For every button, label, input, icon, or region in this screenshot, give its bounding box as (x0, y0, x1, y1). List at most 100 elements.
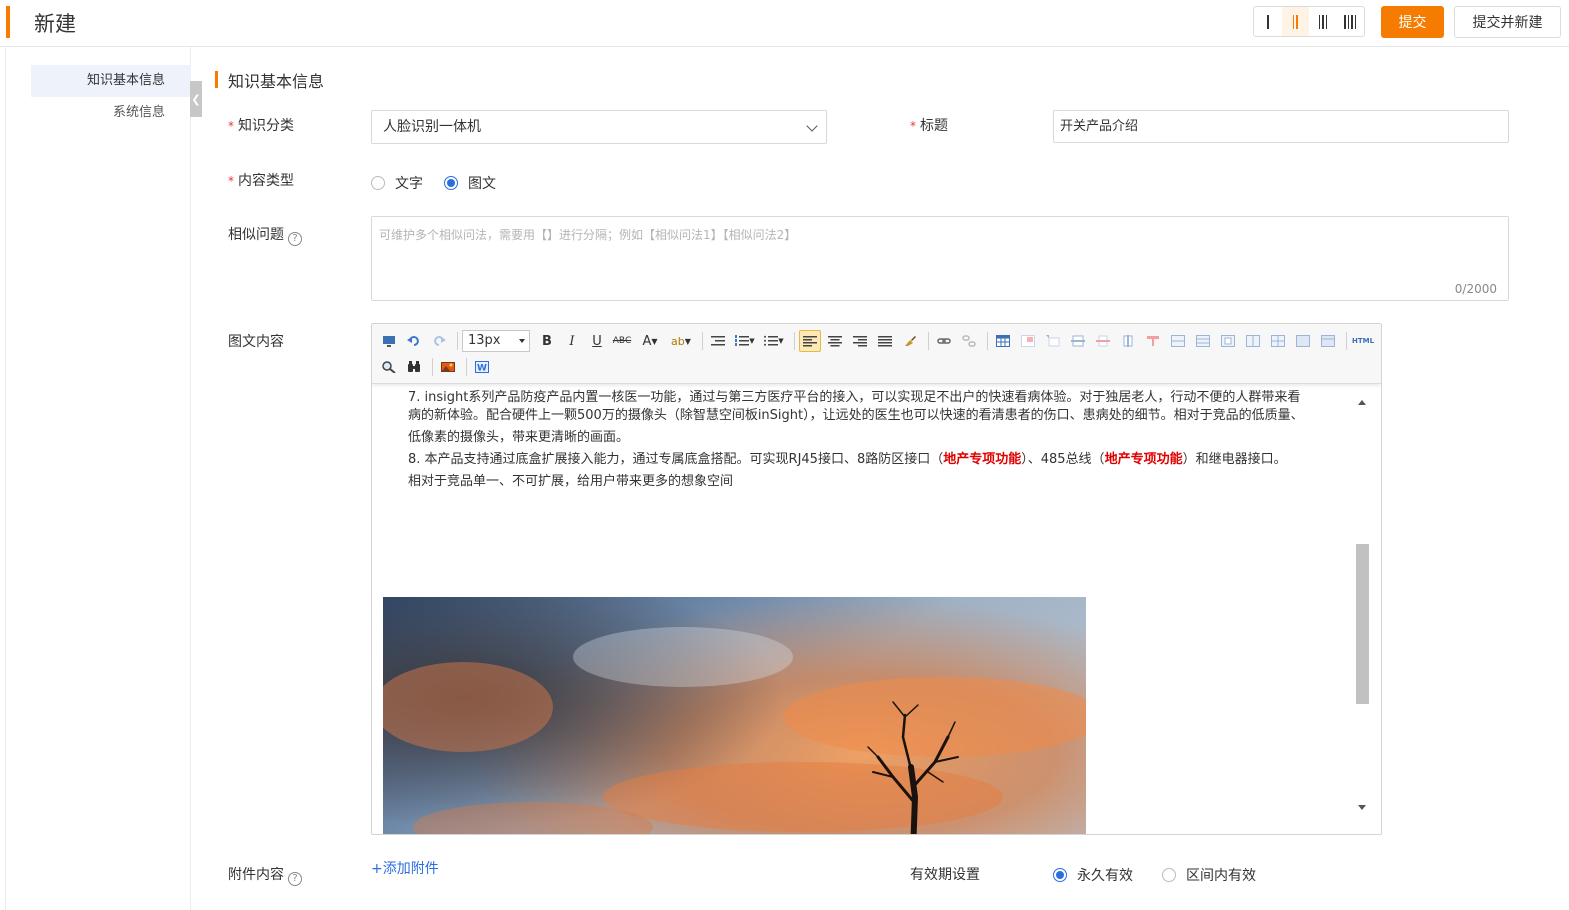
section-accent-bar (215, 71, 218, 88)
radio-unchecked-icon (1162, 868, 1176, 882)
undo-icon[interactable] (403, 330, 425, 352)
validity-radio-range[interactable]: 区间内有效 (1162, 865, 1256, 885)
word-import-icon[interactable]: W (471, 356, 493, 378)
table-row-above-icon[interactable] (1042, 330, 1064, 352)
link-icon[interactable] (933, 330, 955, 352)
layout-4-column-button[interactable] (1337, 7, 1365, 36)
unordered-list-icon[interactable]: ▼ (761, 330, 787, 352)
table-split-row-icon[interactable] (1192, 330, 1214, 352)
required-asterisk: * (228, 119, 234, 133)
table-delete-col-icon[interactable] (1317, 330, 1339, 352)
content-line-3: 低像素的摄像头，带来更清晰的画面。 (408, 430, 630, 445)
redo-icon[interactable] (428, 330, 450, 352)
image-icon[interactable] (437, 356, 459, 378)
toolbar-separator (702, 332, 703, 350)
table-delete-row-icon[interactable] (1292, 330, 1314, 352)
toolbar-separator (432, 358, 433, 376)
ordered-list-icon[interactable]: ▼ (732, 330, 758, 352)
chevron-down-icon (806, 120, 818, 132)
content-type-radio-text[interactable]: 文字 (371, 173, 423, 193)
clear-format-icon[interactable] (899, 330, 921, 352)
help-icon[interactable]: ? (288, 232, 302, 246)
radio-checked-icon (444, 176, 458, 190)
editor-toolbar: 13px B I U ABC A ▼ ab ▼ ▼ ▼ HTML W (372, 324, 1381, 384)
similar-question-label-text: 相似问题 (228, 227, 284, 243)
radio-label: 文字 (395, 176, 423, 192)
table-delete-icon[interactable] (1017, 330, 1039, 352)
page: 新建 提交 提交并新建 知识基本信息 系统信息 ❮ 知识基本信息 * 知识分类 人… (0, 0, 1569, 910)
page-title: 新建 (34, 12, 76, 36)
highlighted-text: 地产专项功能 (1104, 452, 1183, 467)
header-accent-bar (6, 6, 10, 38)
sunset-tree-photo (383, 597, 1086, 834)
submit-and-new-button[interactable]: 提交并新建 (1454, 6, 1561, 38)
italic-icon[interactable]: I (561, 330, 583, 352)
content-text: ）和继电器接口。 (1182, 452, 1287, 467)
title-input[interactable]: 开关产品介绍 (1053, 110, 1509, 143)
font-color-icon[interactable]: A ▼ (636, 330, 664, 352)
editor-scrollbar[interactable] (1354, 392, 1369, 820)
strikethrough-icon[interactable]: ABC (611, 330, 633, 352)
radio-label: 图文 (468, 176, 496, 192)
table-icon[interactable] (992, 330, 1014, 352)
justify-icon[interactable] (874, 330, 896, 352)
preview-icon[interactable] (378, 330, 400, 352)
unlink-icon[interactable] (958, 330, 980, 352)
content-text: 8. 本产品支持通过底盒扩展接入能力，通过专属底盒搭配。可实现RJ45接口、8路… (408, 452, 944, 467)
similar-question-placeholder: 可维护多个相似问法，需要用【】进行分隔；例如【相似问法1】【相似问法2】 (379, 228, 797, 242)
layout-2-column-button[interactable] (1281, 7, 1309, 36)
radio-label: 永久有效 (1077, 868, 1133, 884)
sidebar-item-system-info[interactable]: 系统信息 (31, 97, 191, 129)
sidebar-collapse-button[interactable]: ❮ (190, 81, 202, 117)
highlight-icon[interactable]: ab ▼ (667, 330, 695, 352)
html-source-icon[interactable]: HTML (1351, 330, 1375, 352)
help-icon[interactable]: ? (288, 872, 302, 886)
toolbar-separator (457, 332, 458, 350)
submit-button[interactable]: 提交 (1381, 6, 1444, 38)
layout-column-switch (1253, 6, 1365, 37)
search-replace-icon[interactable] (378, 356, 400, 378)
title-label-text: 标题 (920, 118, 948, 134)
layout-3-column-button[interactable] (1309, 7, 1337, 36)
indent-icon[interactable] (707, 330, 729, 352)
scrollbar-thumb[interactable] (1356, 544, 1369, 704)
sidebar: 知识基本信息 系统信息 (6, 47, 191, 910)
find-icon[interactable] (403, 356, 425, 378)
scroll-down-icon[interactable] (1358, 805, 1366, 810)
header: 新建 提交 提交并新建 (0, 0, 1569, 47)
rich-content-label: 图文内容 (228, 334, 284, 350)
add-attachment-link[interactable]: +添加附件 (371, 858, 439, 878)
table-col-right-icon[interactable] (1117, 330, 1139, 352)
toolbar-separator (987, 332, 988, 350)
toolbar-separator (466, 358, 467, 376)
layout-1-column-button[interactable] (1254, 7, 1282, 36)
validity-radio-permanent[interactable]: 永久有效 (1053, 865, 1133, 885)
category-select[interactable]: 人脸识别一体机 (371, 110, 827, 144)
title-label: * 标题 (910, 115, 948, 135)
font-size-select[interactable]: 13px (462, 330, 530, 352)
align-center-icon[interactable] (824, 330, 846, 352)
embedded-photo[interactable] (383, 597, 1086, 834)
content-type-radio-rich[interactable]: 图文 (444, 173, 496, 193)
editor-content[interactable]: 7. insight系列产品防疫产品内置一核医一功能，通过与第三方医疗平台的接入… (372, 384, 1381, 834)
table-split-col-icon[interactable] (1217, 330, 1239, 352)
align-right-icon[interactable] (849, 330, 871, 352)
table-cell-props-icon[interactable] (1267, 330, 1289, 352)
scroll-up-icon[interactable] (1358, 400, 1366, 405)
svg-text:W: W (477, 364, 487, 374)
content-type-label-text: 内容类型 (238, 173, 294, 189)
radio-checked-icon (1053, 868, 1067, 882)
align-left-icon[interactable] (799, 330, 821, 352)
table-split-icon[interactable] (1167, 330, 1189, 352)
similar-question-textarea[interactable]: 可维护多个相似问法，需要用【】进行分隔；例如【相似问法1】【相似问法2】 0/2… (371, 216, 1509, 301)
table-props-icon[interactable] (1242, 330, 1264, 352)
underline-icon[interactable]: U (586, 330, 608, 352)
bold-icon[interactable]: B (536, 330, 558, 352)
required-asterisk: * (228, 174, 234, 188)
character-counter: 0/2000 (1454, 282, 1497, 296)
toolbar-row-2: W (378, 355, 496, 379)
sidebar-item-basic-info[interactable]: 知识基本信息 (31, 65, 191, 97)
table-row-below-icon[interactable] (1067, 330, 1089, 352)
table-col-left-icon[interactable] (1092, 330, 1114, 352)
table-merge-icon[interactable] (1142, 330, 1164, 352)
